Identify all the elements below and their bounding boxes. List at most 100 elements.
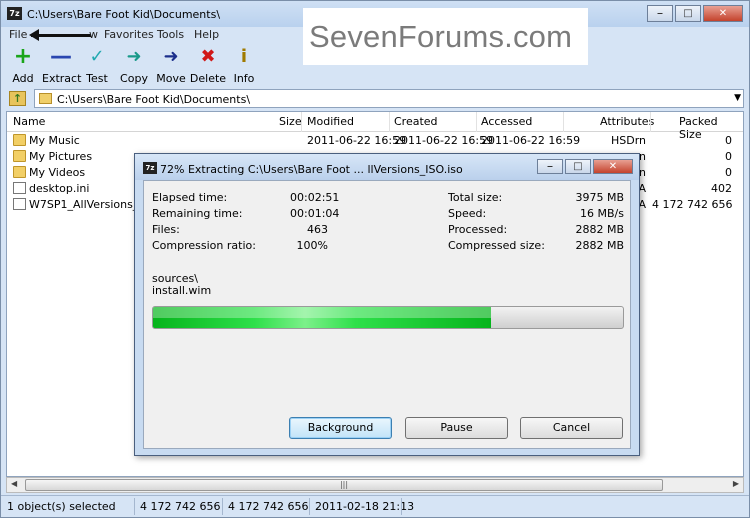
address-field[interactable]: C:\Users\Bare Foot Kid\Documents\ ▼ bbox=[34, 89, 744, 108]
minimize-button[interactable]: ⎯ bbox=[647, 5, 673, 22]
extract-icon: — bbox=[50, 44, 72, 69]
status-divider bbox=[401, 498, 402, 515]
column-size[interactable]: Size bbox=[279, 115, 302, 128]
column-divider[interactable] bbox=[563, 112, 564, 132]
column-divider[interactable] bbox=[476, 112, 477, 132]
delete-label: Delete bbox=[189, 72, 227, 85]
horizontal-scrollbar[interactable]: ◀ ||| ▶ bbox=[6, 477, 744, 493]
app-icon: 7z bbox=[7, 7, 22, 20]
scroll-thumb[interactable]: ||| bbox=[25, 479, 663, 491]
item-packed-size: 0 bbox=[725, 166, 732, 179]
compression-ratio-label: Compression ratio: bbox=[152, 239, 256, 252]
progress-dialog: 7z 72% Extracting C:\Users\Bare Foot ...… bbox=[134, 153, 640, 456]
item-attributes: HSDrn bbox=[610, 134, 646, 147]
menu-file[interactable]: File bbox=[9, 28, 27, 41]
remaining-time-value: 00:01:04 bbox=[290, 207, 340, 220]
progress-bar bbox=[152, 306, 624, 329]
add-button[interactable]: + Add bbox=[4, 44, 42, 86]
close-button[interactable]: ✕ bbox=[703, 5, 743, 22]
dialog-app-icon: 7z bbox=[143, 162, 157, 174]
remaining-time-label: Remaining time: bbox=[152, 207, 243, 220]
info-label: Info bbox=[233, 72, 255, 85]
test-label: Test bbox=[86, 72, 108, 85]
dialog-title: 72% Extracting C:\Users\Bare Foot ... ll… bbox=[160, 163, 463, 176]
file-icon bbox=[13, 198, 26, 210]
dialog-close-button[interactable]: ✕ bbox=[593, 159, 633, 174]
pause-button[interactable]: Pause bbox=[405, 417, 508, 439]
compressed-size-value: 2882 MB bbox=[575, 239, 624, 252]
dialog-minimize-button[interactable]: ⎯ bbox=[537, 159, 563, 174]
menu-help[interactable]: Help bbox=[194, 28, 219, 41]
folder-icon bbox=[13, 166, 26, 178]
compression-ratio-value: 100% bbox=[296, 239, 328, 252]
extract-label: Extract bbox=[42, 72, 82, 85]
column-attributes[interactable]: Attributes bbox=[600, 115, 654, 128]
scroll-right-icon[interactable]: ▶ bbox=[733, 479, 739, 488]
copy-label: Copy bbox=[120, 72, 148, 85]
files-label: Files: bbox=[152, 223, 180, 236]
column-modified[interactable]: Modified bbox=[307, 115, 354, 128]
compressed-size-label: Compressed size: bbox=[448, 239, 545, 252]
column-divider[interactable] bbox=[301, 112, 302, 132]
item-name: My Music bbox=[29, 134, 80, 147]
list-header: Name Size Modified Created Accessed Attr… bbox=[7, 112, 743, 141]
chevron-down-icon[interactable]: ▼ bbox=[734, 93, 741, 103]
cancel-button[interactable]: Cancel bbox=[520, 417, 623, 439]
folder-icon bbox=[39, 93, 52, 104]
speed-value: 16 MB/s bbox=[580, 207, 624, 220]
item-packed-size: 4 172 742 656 bbox=[652, 198, 733, 211]
maximize-button[interactable]: □ bbox=[675, 5, 701, 22]
dialog-title-bar[interactable]: 7z 72% Extracting C:\Users\Bare Foot ...… bbox=[135, 154, 639, 180]
folder-icon bbox=[13, 150, 26, 162]
item-modified: 2011-06-22 16:59 bbox=[307, 134, 407, 147]
item-name: My Videos bbox=[29, 166, 86, 179]
copy-icon: ➜ bbox=[126, 46, 142, 67]
elapsed-time-label: Elapsed time: bbox=[152, 191, 228, 204]
item-packed-size: 0 bbox=[725, 134, 732, 147]
copy-button[interactable]: ➜ Copy bbox=[115, 45, 153, 86]
extract-button[interactable]: — Extract bbox=[42, 44, 82, 86]
current-file: install.wim bbox=[152, 284, 212, 297]
window-controls: ⎯ □ ✕ bbox=[645, 5, 743, 22]
watermark: SevenForums.com bbox=[303, 8, 588, 65]
up-folder-icon[interactable]: ↑ bbox=[9, 91, 26, 106]
delete-button[interactable]: ✖ Delete bbox=[189, 45, 227, 86]
column-divider[interactable] bbox=[389, 112, 390, 132]
move-button[interactable]: ➜ Move bbox=[152, 45, 190, 86]
add-label: Add bbox=[12, 72, 34, 85]
column-divider[interactable] bbox=[650, 112, 651, 132]
item-created: 2011-06-22 16:59 bbox=[394, 134, 494, 147]
folder-icon bbox=[13, 134, 26, 146]
status-date: 2011-02-18 21:13 bbox=[315, 500, 415, 513]
speed-label: Speed: bbox=[448, 207, 487, 220]
scroll-left-icon[interactable]: ◀ bbox=[11, 479, 17, 488]
info-button[interactable]: i Info bbox=[225, 45, 263, 86]
address-bar: ↑ C:\Users\Bare Foot Kid\Documents\ ▼ bbox=[1, 88, 749, 110]
background-button[interactable]: Background bbox=[289, 417, 392, 439]
processed-value: 2882 MB bbox=[575, 223, 624, 236]
status-divider bbox=[222, 498, 223, 515]
menu-tools[interactable]: Tools bbox=[157, 28, 184, 41]
menu-favorites[interactable]: Favorites bbox=[104, 28, 154, 41]
watermark-text: SevenForums.com bbox=[309, 19, 573, 54]
column-created[interactable]: Created bbox=[394, 115, 438, 128]
item-name: My Pictures bbox=[29, 150, 93, 163]
info-icon: i bbox=[240, 46, 248, 67]
dialog-body: Elapsed time: 00:02:51 Remaining time: 0… bbox=[143, 180, 631, 449]
move-label: Move bbox=[156, 72, 186, 85]
dialog-maximize-button[interactable]: □ bbox=[565, 159, 591, 174]
column-accessed[interactable]: Accessed bbox=[481, 115, 532, 128]
column-name[interactable]: Name bbox=[13, 115, 45, 128]
menu-view-tail[interactable]: w bbox=[89, 28, 98, 41]
status-divider bbox=[309, 498, 310, 515]
item-packed-size: 0 bbox=[725, 150, 732, 163]
progress-fill bbox=[153, 307, 492, 328]
item-name: desktop.ini bbox=[29, 182, 90, 195]
test-button[interactable]: ✓ Test bbox=[78, 45, 116, 86]
list-item[interactable]: My Music 2011-06-22 16:59 2011-06-22 16:… bbox=[7, 133, 743, 149]
add-icon: + bbox=[13, 44, 33, 69]
move-icon: ➜ bbox=[163, 46, 179, 67]
files-value: 463 bbox=[307, 223, 328, 236]
item-packed-size: 402 bbox=[711, 182, 732, 195]
status-size: 4 172 742 656 bbox=[140, 500, 221, 513]
